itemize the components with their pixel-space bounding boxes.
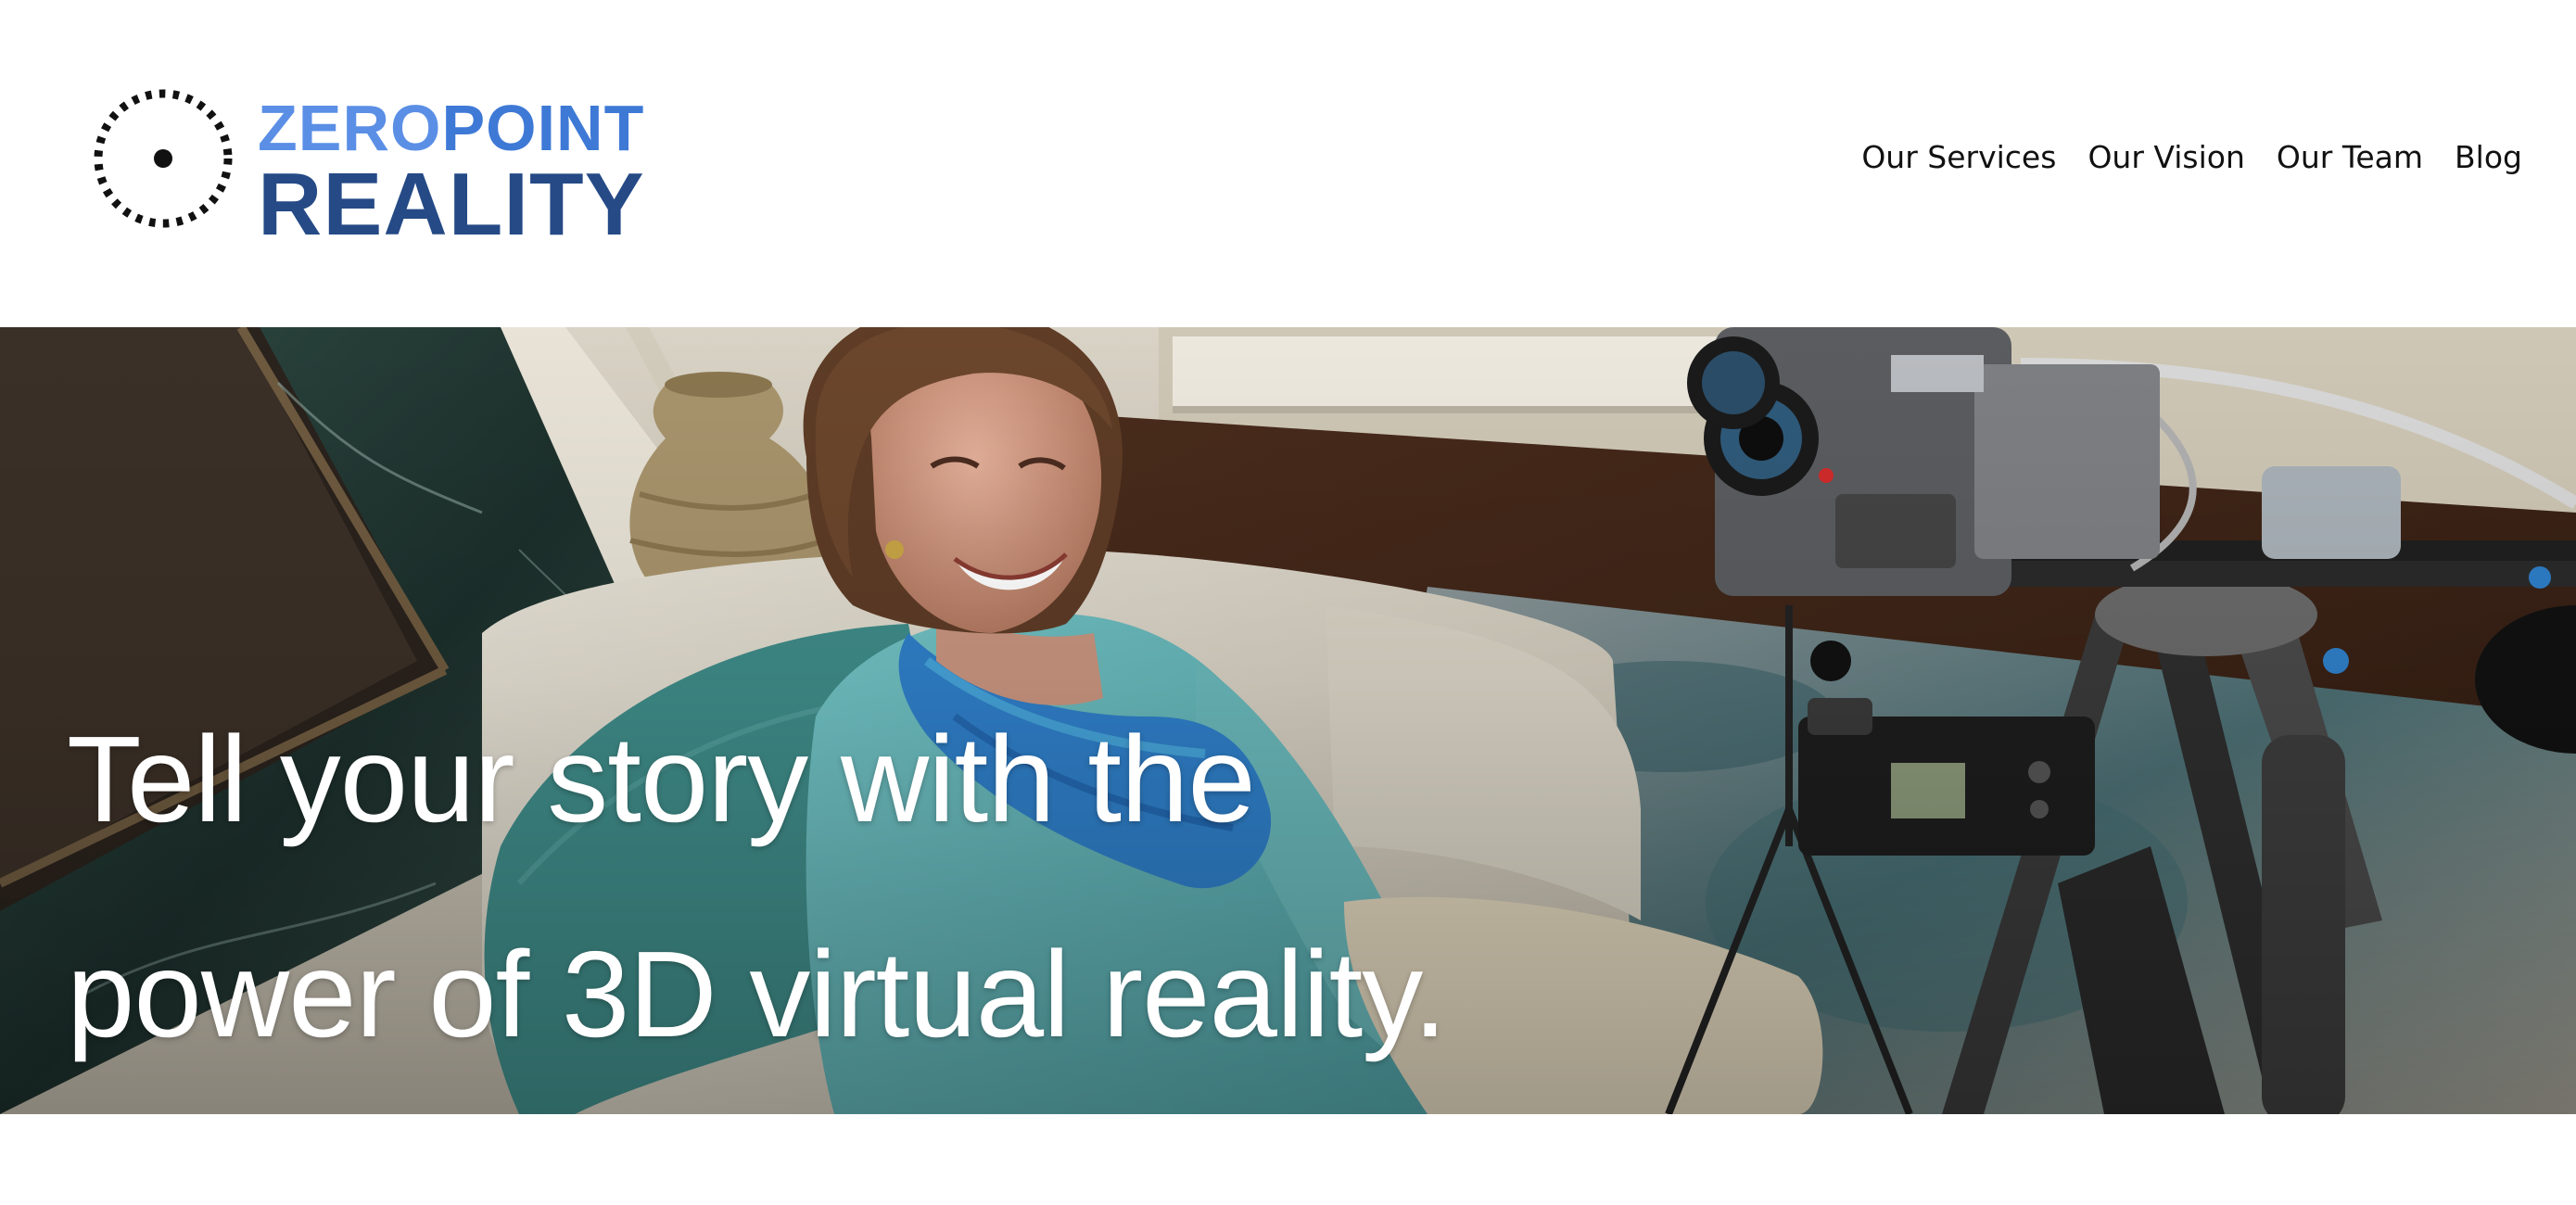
logo-point: POINT	[441, 92, 645, 164]
logo-zero: ZERO	[258, 92, 442, 164]
nav-our-vision[interactable]: Our Vision	[2087, 139, 2244, 175]
nav-our-services[interactable]: Our Services	[1861, 139, 2056, 175]
logo-line-1: ZEROPOINT	[258, 95, 645, 160]
site-header: ZEROPOINT REALITY Our Services Our Visio…	[0, 0, 2576, 327]
logo-reality: REALITY	[258, 155, 645, 254]
page: ZEROPOINT REALITY Our Services Our Visio…	[0, 0, 2576, 1205]
dotted-circle-icon	[94, 89, 233, 228]
nav-blog[interactable]: Blog	[2455, 139, 2522, 175]
hero-heading: Tell your story with the power of 3D vir…	[67, 672, 1643, 1102]
hero-banner: Tell your story with the power of 3D vir…	[0, 327, 2576, 1114]
logo-wordmark: ZEROPOINT REALITY	[258, 95, 645, 249]
nav-our-team[interactable]: Our Team	[2277, 139, 2423, 175]
main-nav: Our Services Our Vision Our Team Blog	[1861, 139, 2522, 175]
hero-heading-line-2: power of 3D virtual reality.	[67, 926, 1447, 1062]
hero-heading-line-1: Tell your story with the	[67, 711, 1256, 847]
site-logo[interactable]: ZEROPOINT REALITY	[93, 88, 714, 249]
